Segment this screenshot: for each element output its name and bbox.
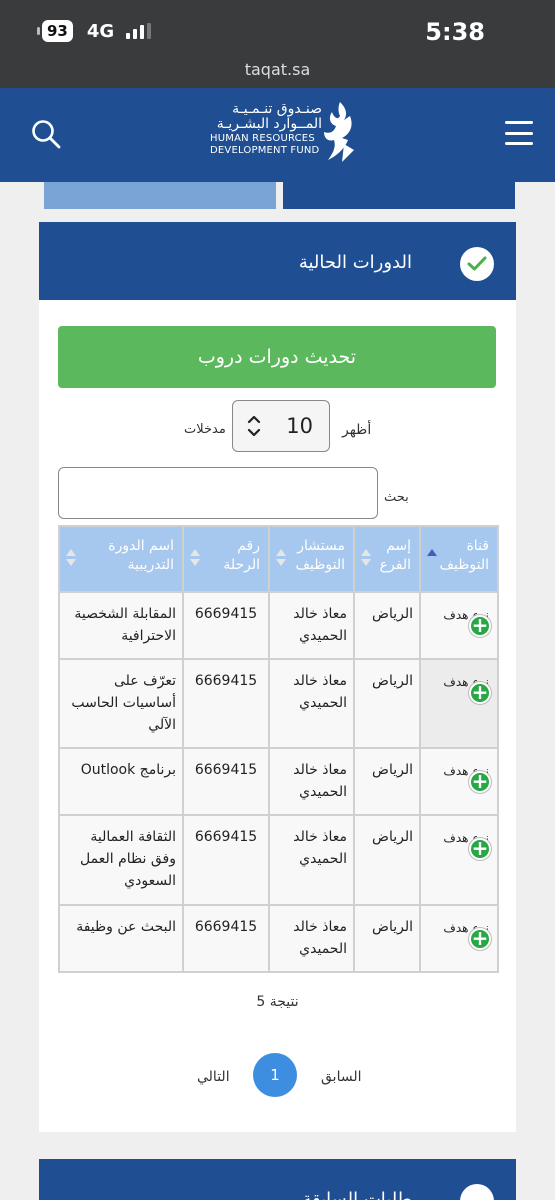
table-row[interactable]: نوع هدف + الرياض معاذ خالد الحميدي 666941…	[58, 658, 499, 749]
cell-consultant: معاذ خالد الحميدي	[268, 591, 355, 660]
cell-branch: الرياض	[353, 904, 421, 973]
expand-plus-icon[interactable]: +	[469, 771, 491, 793]
sort-icon	[66, 549, 76, 569]
cell-channel[interactable]: نوع هدف +	[419, 658, 499, 749]
battery-indicator: 93	[37, 20, 73, 42]
pagination-next[interactable]: التالي	[197, 1069, 230, 1085]
network-type: 4G	[86, 20, 115, 42]
card-title: الدورات الحالية	[298, 252, 412, 273]
results-count: 5 نتيجة	[256, 994, 299, 1010]
sort-icon	[190, 549, 200, 569]
logo-arabic: صنـدوق تنـمـيـة المــوارد البشـريـة	[216, 101, 322, 132]
table-row[interactable]: نوع هدف + الرياض معاذ خالد الحميدي 666941…	[58, 904, 499, 973]
pagination-current-page[interactable]: 1	[253, 1053, 297, 1097]
search-label: بحث	[384, 490, 409, 505]
cell-consultant: معاذ خالد الحميدي	[268, 904, 355, 973]
cell-branch: الرياض	[353, 658, 421, 749]
card-header[interactable]: الدورات الحالية	[39, 222, 516, 300]
entries-value: 10	[286, 414, 313, 438]
table-row[interactable]: نوع هدف + الرياض معاذ خالد الحميدي 666941…	[58, 591, 499, 660]
cell-branch: الرياض	[353, 747, 421, 816]
clock: 5:38	[425, 18, 485, 46]
cell-trip-number: 6669415	[182, 658, 270, 749]
cell-channel[interactable]: نوع هدف +	[419, 904, 499, 973]
browser-url[interactable]: taqat.sa	[0, 60, 555, 79]
sort-icon	[361, 549, 371, 569]
status-bar: 93 4G 5:38 taqat.sa	[0, 0, 555, 88]
check-icon	[460, 247, 494, 281]
cell-consultant: معاذ خالد الحميدي	[268, 658, 355, 749]
expand-plus-icon[interactable]: +	[469, 838, 491, 860]
entries-select[interactable]: 10	[232, 400, 330, 452]
cell-trip-number: 6669415	[182, 747, 270, 816]
col-course-name[interactable]: اسم الدورة التدريبية	[58, 525, 184, 593]
cell-trip-number: 6669415	[182, 904, 270, 973]
search-input[interactable]	[58, 467, 378, 519]
entries-label: مدخلات	[184, 422, 226, 437]
current-courses-card: الدورات الحالية تحديث دورات دروب أظهر 10…	[39, 222, 516, 1132]
tab-right[interactable]	[283, 182, 515, 209]
cell-trip-number: 6669415	[182, 814, 270, 906]
sort-icon	[427, 549, 437, 569]
logo-mark-icon	[324, 102, 354, 162]
table-row[interactable]: نوع هدف + الرياض معاذ خالد الحميدي 666941…	[58, 814, 499, 906]
signal-icon	[126, 23, 152, 39]
cell-course-name: تعرّف على أساسيات الحاسب الآلي	[58, 658, 184, 749]
col-consultant[interactable]: مستشار التوظيف	[268, 525, 355, 593]
status-left: 93 4G	[37, 20, 152, 42]
cell-course-name: البحث عن وظيفة	[58, 904, 184, 973]
expand-plus-icon[interactable]: +	[469, 928, 491, 950]
sort-icon	[276, 549, 286, 569]
chevron-updown-icon	[247, 415, 261, 437]
menu-button[interactable]	[505, 121, 533, 145]
hrdf-logo[interactable]: صنـدوق تنـمـيـة المــوارد البشـريـة HUMA…	[208, 100, 358, 170]
site-header: صنـدوق تنـمـيـة المــوارد البشـريـة HUMA…	[0, 88, 555, 182]
previous-requests-card[interactable]: طلبات السابقة	[39, 1159, 516, 1200]
show-label: أظهر	[342, 422, 372, 438]
cell-course-name: المقابلة الشخصية الاحترافية	[58, 591, 184, 660]
cell-course-name: الثقافة العمالية وفق نظام العمل السعودي	[58, 814, 184, 906]
pagination-prev[interactable]: السابق	[321, 1069, 361, 1085]
search-button[interactable]	[30, 118, 62, 150]
table-row[interactable]: نوع هدف + الرياض معاذ خالد الحميدي 666941…	[58, 747, 499, 816]
cell-consultant: معاذ خالد الحميدي	[268, 747, 355, 816]
col-channel[interactable]: قناة التوظيف	[419, 525, 499, 593]
cell-consultant: معاذ خالد الحميدي	[268, 814, 355, 906]
logo-english: HUMAN RESOURCES DEVELOPMENT FUND	[210, 133, 320, 156]
cell-trip-number: 6669415	[182, 591, 270, 660]
cell-channel[interactable]: نوع هدف +	[419, 814, 499, 906]
expand-plus-icon[interactable]: +	[469, 615, 491, 637]
check-icon	[460, 1184, 494, 1200]
cell-channel[interactable]: نوع هدف +	[419, 747, 499, 816]
col-trip-number[interactable]: رقم الرحلة	[182, 525, 270, 593]
courses-table: قناة التوظيف إسم الفرع مستشار التوظيف رق…	[58, 525, 499, 973]
expand-plus-icon[interactable]: +	[469, 682, 491, 704]
col-branch[interactable]: إسم الفرع	[353, 525, 421, 593]
search-icon	[32, 120, 61, 149]
cell-course-name: برنامج Outlook	[58, 747, 184, 816]
card2-title: طلبات السابقة	[302, 1189, 412, 1200]
cell-branch: الرياض	[353, 814, 421, 906]
cell-branch: الرياض	[353, 591, 421, 660]
tab-left[interactable]	[44, 182, 276, 209]
menu-icon	[505, 121, 533, 124]
table-header-row: قناة التوظيف إسم الفرع مستشار التوظيف رق…	[58, 525, 499, 593]
cell-channel[interactable]: نوع هدف +	[419, 591, 499, 660]
refresh-courses-button[interactable]: تحديث دورات دروب	[58, 326, 496, 388]
